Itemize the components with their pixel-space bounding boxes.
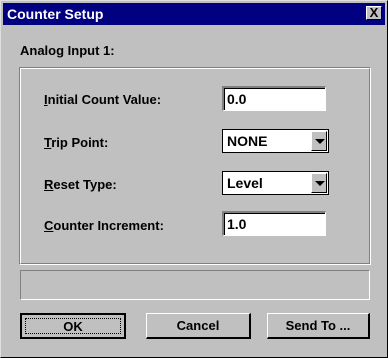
- reset-type-select[interactable]: Level: [222, 171, 329, 195]
- close-button[interactable]: X: [366, 6, 382, 20]
- settings-group: Initial Count Value: 0.0 Trip Point: NON…: [19, 67, 371, 265]
- chevron-down-icon[interactable]: [311, 131, 327, 151]
- section-label: Analog Input 1:: [20, 43, 115, 58]
- initial-count-label: Initial Count Value:: [44, 92, 162, 107]
- counter-setup-dialog: Counter Setup X Analog Input 1: Initial …: [0, 0, 388, 358]
- counter-increment-label: Counter Increment:: [44, 218, 164, 233]
- reset-type-label: Reset Type:: [44, 177, 117, 192]
- chevron-down-icon[interactable]: [311, 173, 327, 193]
- trip-point-label: Trip Point:: [44, 135, 109, 150]
- ok-button[interactable]: OK: [20, 313, 126, 339]
- close-icon: X: [369, 5, 379, 20]
- trip-point-select[interactable]: NONE: [222, 129, 329, 153]
- window-title: Counter Setup: [7, 6, 104, 22]
- title-bar[interactable]: Counter Setup X: [3, 3, 385, 25]
- status-bar: [20, 270, 370, 300]
- cancel-button[interactable]: Cancel: [146, 313, 251, 339]
- counter-increment-field[interactable]: 1.0: [222, 211, 326, 236]
- send-to-button[interactable]: Send To ...: [267, 313, 370, 339]
- initial-count-field[interactable]: 0.0: [222, 86, 326, 111]
